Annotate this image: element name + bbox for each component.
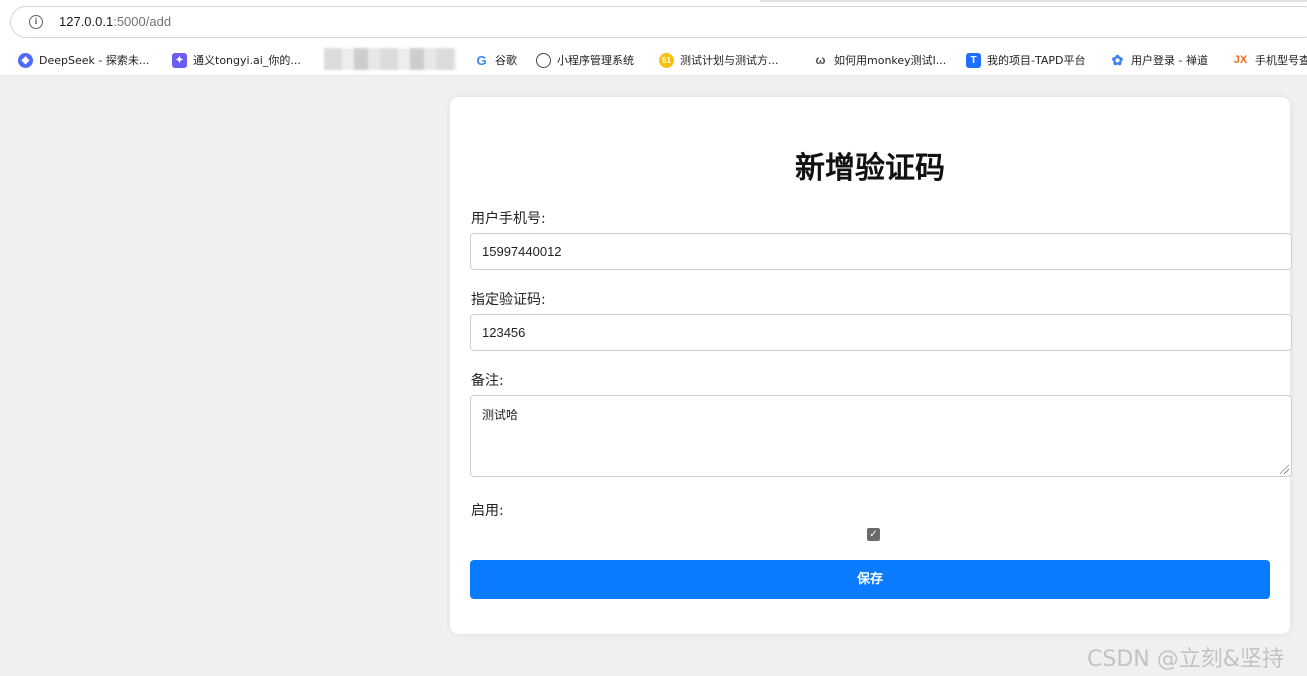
bookmark-tongyi[interactable]: ✦ 通义tongyi.ai_你的... <box>172 51 312 69</box>
bookmark-label: 用户登录 - 禅道 <box>1131 54 1208 67</box>
enabled-checkbox[interactable]: ✓ <box>867 528 880 541</box>
page-title: 新增验证码 <box>795 151 945 186</box>
url-host: 127.0.0.1 <box>59 14 114 29</box>
watermark: CSDN @立刻&坚持 <box>1087 647 1284 672</box>
monkey-icon: ω <box>815 52 826 67</box>
bookmark-phone-model[interactable]: JX 手机型号查 <box>1232 51 1307 69</box>
blurred-bookmark[interactable] <box>324 48 456 70</box>
note-textarea[interactable]: 测试哈 <box>470 395 1292 477</box>
bookmark-zentao[interactable]: ✿ 用户登录 - 禅道 <box>1110 51 1222 69</box>
save-button[interactable]: 保存 <box>470 560 1270 599</box>
browser-toolbar: i 127.0.0.1:5000/add <box>0 0 1307 44</box>
deepseek-whale-icon: ◆ <box>18 52 33 68</box>
bookmark-label: 我的项目-TAPD平台 <box>987 54 1086 67</box>
address-bar[interactable]: i 127.0.0.1:5000/add <box>10 6 1307 38</box>
bookmark-miniprogram[interactable]: 小程序管理系统 <box>536 51 648 69</box>
bookmark-monkey[interactable]: ω 如何用monkey测试l... <box>813 51 953 69</box>
jx-icon: JX <box>1233 53 1248 66</box>
tab-strip-edge <box>760 0 1307 2</box>
code-label: 指定验证码: <box>471 292 546 308</box>
bookmark-label: 小程序管理系统 <box>557 54 634 67</box>
tapd-icon: T <box>966 52 981 68</box>
yellow-circle-icon: 51 <box>659 52 674 68</box>
bookmark-label: DeepSeek - 探索未... <box>39 54 150 67</box>
enabled-label: 启用: <box>471 503 504 519</box>
bookmark-label: 如何用monkey测试l... <box>834 54 947 67</box>
info-icon[interactable]: i <box>29 15 43 29</box>
bookmark-label: 谷歌 <box>495 54 517 67</box>
bookmark-test-plan[interactable]: 51 测试计划与测试方... <box>659 51 799 69</box>
bookmark-google[interactable]: G 谷歌 <box>474 51 530 69</box>
bookmark-tapd[interactable]: T 我的项目-TAPD平台 <box>966 51 1100 69</box>
note-label: 备注: <box>471 373 504 389</box>
zentao-icon: ✿ <box>1111 51 1124 68</box>
bookmarks-bar: ◆ DeepSeek - 探索未... ✦ 通义tongyi.ai_你的... … <box>0 44 1307 76</box>
url-path: :5000/add <box>113 14 172 29</box>
phone-input[interactable]: 15997440012 <box>470 233 1292 270</box>
globe-icon <box>536 52 551 68</box>
resize-handle[interactable] <box>1280 465 1289 474</box>
note-text: 测试哈 <box>482 408 519 422</box>
bookmark-label: 测试计划与测试方... <box>680 54 779 67</box>
bookmark-label: 手机型号查 <box>1255 54 1307 67</box>
bookmark-deepseek[interactable]: ◆ DeepSeek - 探索未... <box>18 51 158 69</box>
url-text[interactable]: 127.0.0.1:5000/add <box>59 14 171 29</box>
bookmark-label: 通义tongyi.ai_你的... <box>193 54 301 67</box>
phone-label: 用户手机号: <box>471 211 546 227</box>
google-g-icon: G <box>476 52 487 68</box>
tongyi-icon: ✦ <box>172 52 187 68</box>
code-input[interactable]: 123456 <box>470 314 1292 351</box>
